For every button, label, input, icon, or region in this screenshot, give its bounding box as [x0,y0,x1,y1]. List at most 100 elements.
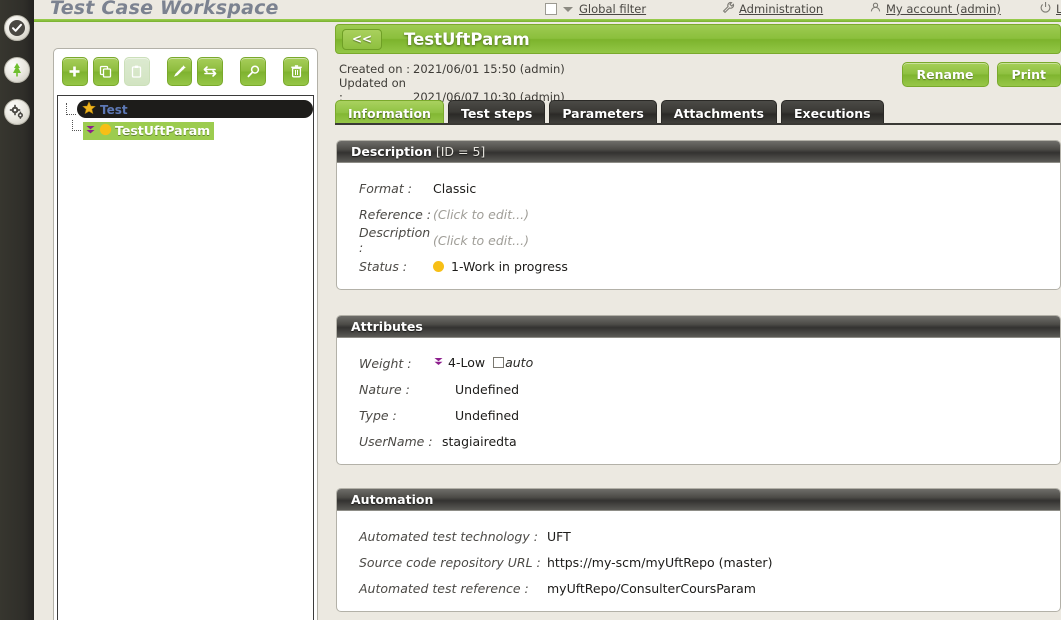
tree-toolbar [54,49,317,94]
attributes-panel-title: Attributes [351,319,423,334]
page-title: Test Case Workspace [50,0,279,19]
copy-button[interactable] [92,57,119,86]
entity-banner: << TestUftParam [335,24,1061,54]
source-code-repository-url-label: Source code repository URL : [359,554,541,570]
description-panel-id: [ID = 5] [431,144,486,159]
weight-auto-label: auto [505,355,534,370]
type-label: Type : [359,407,397,423]
tree-node-root-label: Test [100,102,128,117]
description-panel-header: Description [ID = 5] [337,141,1060,163]
attributes-panel-header: Attributes [337,316,1060,338]
tree-node-child[interactable]: TestUftParam [58,120,313,140]
automated-test-reference-row: Automated test reference : myUftRepo/Con… [337,575,1060,601]
nature-label: Nature : [359,381,410,397]
move-button[interactable] [197,57,224,86]
administration-group[interactable]: Administration [722,1,823,17]
nature-row: Nature : Undefined [337,376,1060,402]
source-code-repository-url-value[interactable]: https://my-scm/myUftRepo (master) [547,555,772,570]
tab-strip-underline [335,123,1061,125]
my-account-group[interactable]: My account (admin) [869,1,1001,17]
created-on-label: Created on : [339,62,411,76]
tab-information[interactable]: Information [335,100,444,125]
username-label: UserName : [359,433,433,449]
tab-parameters[interactable]: Parameters [549,100,657,125]
edit-button[interactable] [166,57,193,86]
automation-panel-title: Automation [351,492,434,507]
entity-detail-pane: << TestUftParam Created on :2021/06/01 1… [332,22,1061,620]
description-row: Description : (Click to edit...) [337,225,1060,255]
created-on-value: 2021/06/01 15:50 (admin) [413,62,565,76]
automation-panel-body: Automated test technology : UFT Source c… [337,511,1060,611]
weight-value-group[interactable]: 4-Low auto [433,355,533,371]
entity-meta: Created on :2021/06/01 15:50 (admin) Upd… [339,62,565,104]
administration-link[interactable]: Administration [739,2,823,16]
username-row: UserName : stagiairedta [337,428,1060,454]
rename-button[interactable]: Rename [901,62,989,87]
tree-connector [72,120,81,131]
status-value: 1-Work in progress [451,258,568,274]
tree-view: Test TestUftParam [57,95,314,620]
description-value[interactable]: (Click to edit...) [433,233,529,248]
attributes-panel-body: Weight : 4-Low auto Nature : Undefined T… [337,338,1060,464]
chevron-double-down-icon [85,123,96,139]
tree-node-child-highlight[interactable]: TestUftParam [83,121,215,140]
automation-panel: Automation Automated test technology : U… [336,488,1061,612]
power-icon [1039,1,1052,17]
status-dot-icon [433,260,444,272]
username-value[interactable]: stagiairedta [433,434,517,449]
logout-link[interactable]: Logout [1056,2,1061,16]
automated-test-reference-value[interactable]: myUftRepo/ConsulterCoursParam [547,581,756,596]
app-rail [0,0,34,620]
weight-auto-checkbox[interactable] [493,357,505,368]
tree-node-root[interactable]: Test [58,100,313,119]
automated-test-technology-label: Automated test technology : [359,528,538,544]
format-row: Format : Classic [337,175,1060,201]
paste-button [123,57,150,86]
star-icon [82,101,96,118]
status-badge[interactable]: 1-Work in progress [433,259,568,274]
type-value[interactable]: Undefined [433,408,519,423]
collapse-tree-button[interactable]: << [342,28,382,50]
status-circle-icon [99,123,112,139]
description-panel-title: Description [351,144,432,159]
description-panel-body: Format : Classic Reference : (Click to e… [337,163,1060,289]
entity-actions: Rename Print [901,62,1061,87]
automation-panel-header: Automation [337,489,1060,511]
weight-value: 4-Low [448,355,486,370]
wrench-icon [722,1,735,17]
entity-tabs: Information Test steps Parameters Attach… [335,99,884,125]
tree-panel: Test TestUftParam [53,48,318,620]
automated-test-technology-row: Automated test technology : UFT [337,523,1060,549]
source-code-repository-url-row: Source code repository URL : https://my-… [337,549,1060,575]
format-label: Format : [359,180,412,196]
tab-executions[interactable]: Executions [780,100,884,125]
entity-title: TestUftParam [404,29,530,49]
format-value[interactable]: Classic [433,181,476,196]
tab-attachments[interactable]: Attachments [660,100,777,125]
description-panel: Description [ID = 5] Format : Classic Re… [336,140,1061,290]
search-button[interactable] [240,57,267,86]
gears-icon[interactable] [4,99,30,125]
add-button[interactable] [62,57,88,86]
global-filter-link[interactable]: Global filter [579,2,646,16]
chevron-down-icon[interactable] [563,6,573,12]
reference-value[interactable]: (Click to edit...) [433,207,529,222]
reference-row: Reference : (Click to edit...) [337,201,1060,227]
description-label: Description : [359,225,431,255]
tab-test-steps[interactable]: Test steps [447,100,546,125]
type-row: Type : Undefined [337,402,1060,428]
delete-button[interactable] [283,57,310,86]
chevron-double-down-icon [433,355,444,371]
check-circle-icon[interactable] [4,15,30,41]
user-icon [869,1,882,17]
global-filter-group[interactable]: Global filter [545,1,646,17]
print-button[interactable]: Print [996,62,1061,87]
my-account-link[interactable]: My account (admin) [886,2,1001,16]
logout-group[interactable]: Logout [1039,1,1061,17]
automated-test-technology-value[interactable]: UFT [547,529,571,544]
status-row: Status : 1-Work in progress [337,253,1060,279]
campaign-icon[interactable] [4,57,30,83]
global-filter-checkbox[interactable] [545,3,557,15]
nature-value[interactable]: Undefined [433,382,519,397]
attributes-panel: Attributes Weight : 4-Low auto Nature: … [336,315,1061,465]
